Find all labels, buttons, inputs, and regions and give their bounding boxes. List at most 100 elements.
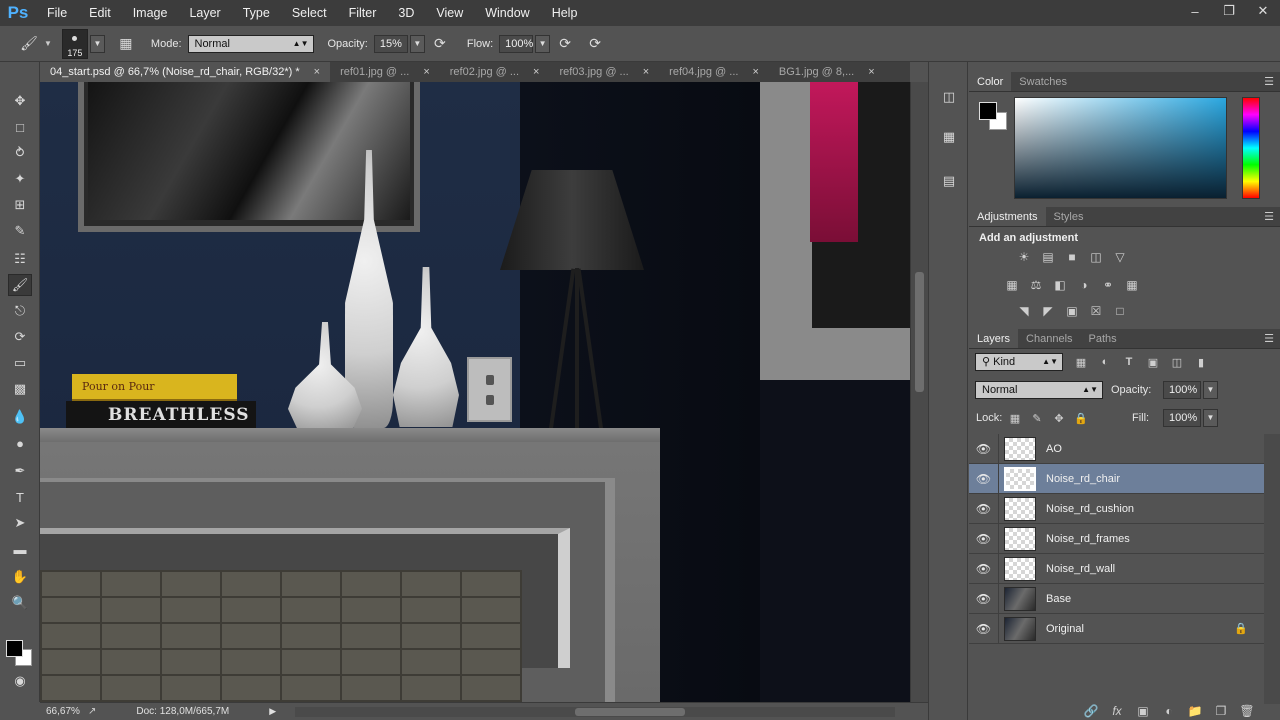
layer-name[interactable]: Noise_rd_chair xyxy=(1046,473,1120,485)
quick-mask-icon[interactable]: ◉ xyxy=(8,670,32,692)
tab-bg1[interactable]: BG1.jpg @ 8,... × xyxy=(769,62,885,82)
visibility-eye-icon[interactable]: 👁 xyxy=(969,463,999,494)
layer-thumbnail[interactable] xyxy=(1004,496,1036,521)
visibility-eye-icon[interactable]: 👁 xyxy=(969,523,999,554)
scroll-thumb[interactable] xyxy=(915,272,924,392)
layer-row-ao[interactable]: 👁 AO xyxy=(969,433,1264,464)
exposure-icon[interactable]: ◫ xyxy=(1087,248,1105,266)
layer-name[interactable]: Noise_rd_cushion xyxy=(1046,503,1134,515)
visibility-eye-icon[interactable]: 👁 xyxy=(969,583,999,614)
export-icon[interactable]: ↗ xyxy=(88,706,96,717)
tool-preset-dropdown-icon[interactable]: ▼ xyxy=(44,39,52,48)
posterize-icon[interactable]: ◤ xyxy=(1039,302,1057,320)
hue-saturation-icon[interactable]: ▦ xyxy=(1003,276,1021,294)
layers-scrollbar[interactable] xyxy=(1264,434,1280,704)
healing-brush-tool-icon[interactable]: ☷ xyxy=(8,248,32,270)
lock-image-icon[interactable]: ✎ xyxy=(1029,410,1045,426)
fill-input[interactable]: 100% xyxy=(1163,409,1201,427)
pressure-size-icon[interactable]: ⟳ xyxy=(584,33,606,55)
lock-icon[interactable]: 🔒 xyxy=(1234,622,1248,635)
pen-tool-icon[interactable]: ✒ xyxy=(8,460,32,482)
menu-type[interactable]: Type xyxy=(232,0,281,26)
add-mask-icon[interactable]: ▣ xyxy=(1130,704,1156,718)
close-icon[interactable]: × xyxy=(314,62,320,82)
layer-name[interactable]: Noise_rd_wall xyxy=(1046,563,1115,575)
close-icon[interactable]: × xyxy=(752,62,758,82)
tab-ref02[interactable]: ref02.jpg @ ... × xyxy=(440,62,550,82)
tab-adjustments[interactable]: Adjustments xyxy=(969,207,1046,226)
minimize-button[interactable]: – xyxy=(1178,0,1212,22)
zoom-tool-icon[interactable]: 🔍 xyxy=(8,592,32,614)
layer-name[interactable]: Noise_rd_frames xyxy=(1046,533,1130,545)
channel-mixer-icon[interactable]: ⚭ xyxy=(1099,276,1117,294)
smart-object-filter-icon[interactable]: ◫ xyxy=(1169,354,1185,370)
layer-name[interactable]: Base xyxy=(1046,593,1071,605)
invert-icon[interactable]: ◥ xyxy=(1015,302,1033,320)
panel-menu-icon[interactable]: ☰ xyxy=(1264,332,1274,345)
foreground-color-swatch[interactable] xyxy=(6,640,23,657)
tab-04-start[interactable]: 04_start.psd @ 66,7% (Noise_rd_chair, RG… xyxy=(40,62,331,82)
tab-layers[interactable]: Layers xyxy=(969,329,1019,348)
canvas-horizontal-scrollbar[interactable] xyxy=(295,707,895,717)
layer-thumbnail[interactable] xyxy=(1004,526,1036,551)
tab-color[interactable]: Color xyxy=(969,72,1012,91)
move-tool-icon[interactable]: ✥ xyxy=(8,90,32,112)
close-icon[interactable]: × xyxy=(643,62,649,82)
menu-3d[interactable]: 3D xyxy=(387,0,425,26)
flow-dropdown[interactable]: ▼ xyxy=(535,34,551,53)
visibility-eye-icon[interactable]: 👁 xyxy=(969,433,999,464)
tab-ref03[interactable]: ref03.jpg @ ... × xyxy=(549,62,659,82)
visibility-eye-icon[interactable]: 👁 xyxy=(969,553,999,584)
hue-slider[interactable] xyxy=(1242,97,1260,199)
blend-mode-select[interactable]: Normal ▲▼ xyxy=(975,381,1103,399)
layer-thumbnail[interactable] xyxy=(1004,466,1036,491)
gradient-map-icon[interactable]: □ xyxy=(1111,302,1129,320)
tab-ref04[interactable]: ref04.jpg @ ... × xyxy=(659,62,769,82)
history-brush-tool-icon[interactable]: ⟳ xyxy=(8,326,32,348)
layer-opacity-input[interactable]: 100% xyxy=(1163,381,1201,399)
adjustment-filter-icon[interactable]: ◐ xyxy=(1097,354,1113,370)
fill-dropdown[interactable]: ▼ xyxy=(1203,409,1218,427)
canvas-vertical-scrollbar[interactable] xyxy=(910,82,928,702)
menu-edit[interactable]: Edit xyxy=(78,0,122,26)
document-canvas[interactable]: Pour on Pour BREATHLESS xyxy=(40,82,910,702)
brush-panel-toggle-icon[interactable]: ▦ xyxy=(115,33,137,55)
path-selection-tool-icon[interactable]: ➤ xyxy=(8,512,32,534)
dodge-tool-icon[interactable]: ● xyxy=(8,432,32,454)
mode-select[interactable]: Normal ▲▼ xyxy=(187,34,314,53)
lock-transparent-icon[interactable]: ▦ xyxy=(1007,410,1023,426)
levels-icon[interactable]: ▤ xyxy=(1039,248,1057,266)
close-icon[interactable]: × xyxy=(533,62,539,82)
layer-row-base[interactable]: 👁 Base xyxy=(969,583,1264,614)
eyedropper-tool-icon[interactable]: ✎ xyxy=(8,220,32,242)
menu-image[interactable]: Image xyxy=(122,0,179,26)
crop-tool-icon[interactable]: ⊞ xyxy=(8,194,32,216)
eraser-tool-icon[interactable]: ▭ xyxy=(8,352,32,374)
black-white-icon[interactable]: ◧ xyxy=(1051,276,1069,294)
airbrush-icon[interactable]: ⟳ xyxy=(554,33,576,55)
layer-thumbnail[interactable] xyxy=(1004,586,1036,611)
tab-channels[interactable]: Channels xyxy=(1018,329,1080,348)
tab-paths[interactable]: Paths xyxy=(1081,329,1125,348)
brush-tool-icon[interactable]: 🖌 xyxy=(8,274,32,296)
layer-row-noise-rd-wall[interactable]: 👁 Noise_rd_wall xyxy=(969,553,1264,584)
new-group-icon[interactable]: 📁 xyxy=(1182,704,1208,718)
marquee-tool-icon[interactable]: □ xyxy=(8,116,32,138)
menu-layer[interactable]: Layer xyxy=(178,0,231,26)
new-layer-icon[interactable]: ❐ xyxy=(1208,704,1234,718)
panel-menu-icon[interactable]: ☰ xyxy=(1264,75,1274,88)
tab-swatches[interactable]: Swatches xyxy=(1011,72,1075,91)
rectangle-tool-icon[interactable]: ▬ xyxy=(8,538,32,560)
restore-button[interactable]: ❐ xyxy=(1212,0,1246,22)
menu-help[interactable]: Help xyxy=(541,0,589,26)
lock-position-icon[interactable]: ✥ xyxy=(1051,410,1067,426)
layer-row-original[interactable]: 👁 Original 🔒 xyxy=(969,613,1264,644)
layer-row-noise-rd-frames[interactable]: 👁 Noise_rd_frames xyxy=(969,523,1264,554)
menu-view[interactable]: View xyxy=(425,0,474,26)
menu-filter[interactable]: Filter xyxy=(338,0,388,26)
layer-opacity-dropdown[interactable]: ▼ xyxy=(1203,381,1218,399)
close-button[interactable]: ✕ xyxy=(1246,0,1280,22)
history-panel-icon[interactable]: ◫ xyxy=(938,86,960,108)
new-adjustment-layer-icon[interactable]: ◐ xyxy=(1156,704,1182,718)
opacity-input[interactable]: 15% xyxy=(373,34,408,53)
